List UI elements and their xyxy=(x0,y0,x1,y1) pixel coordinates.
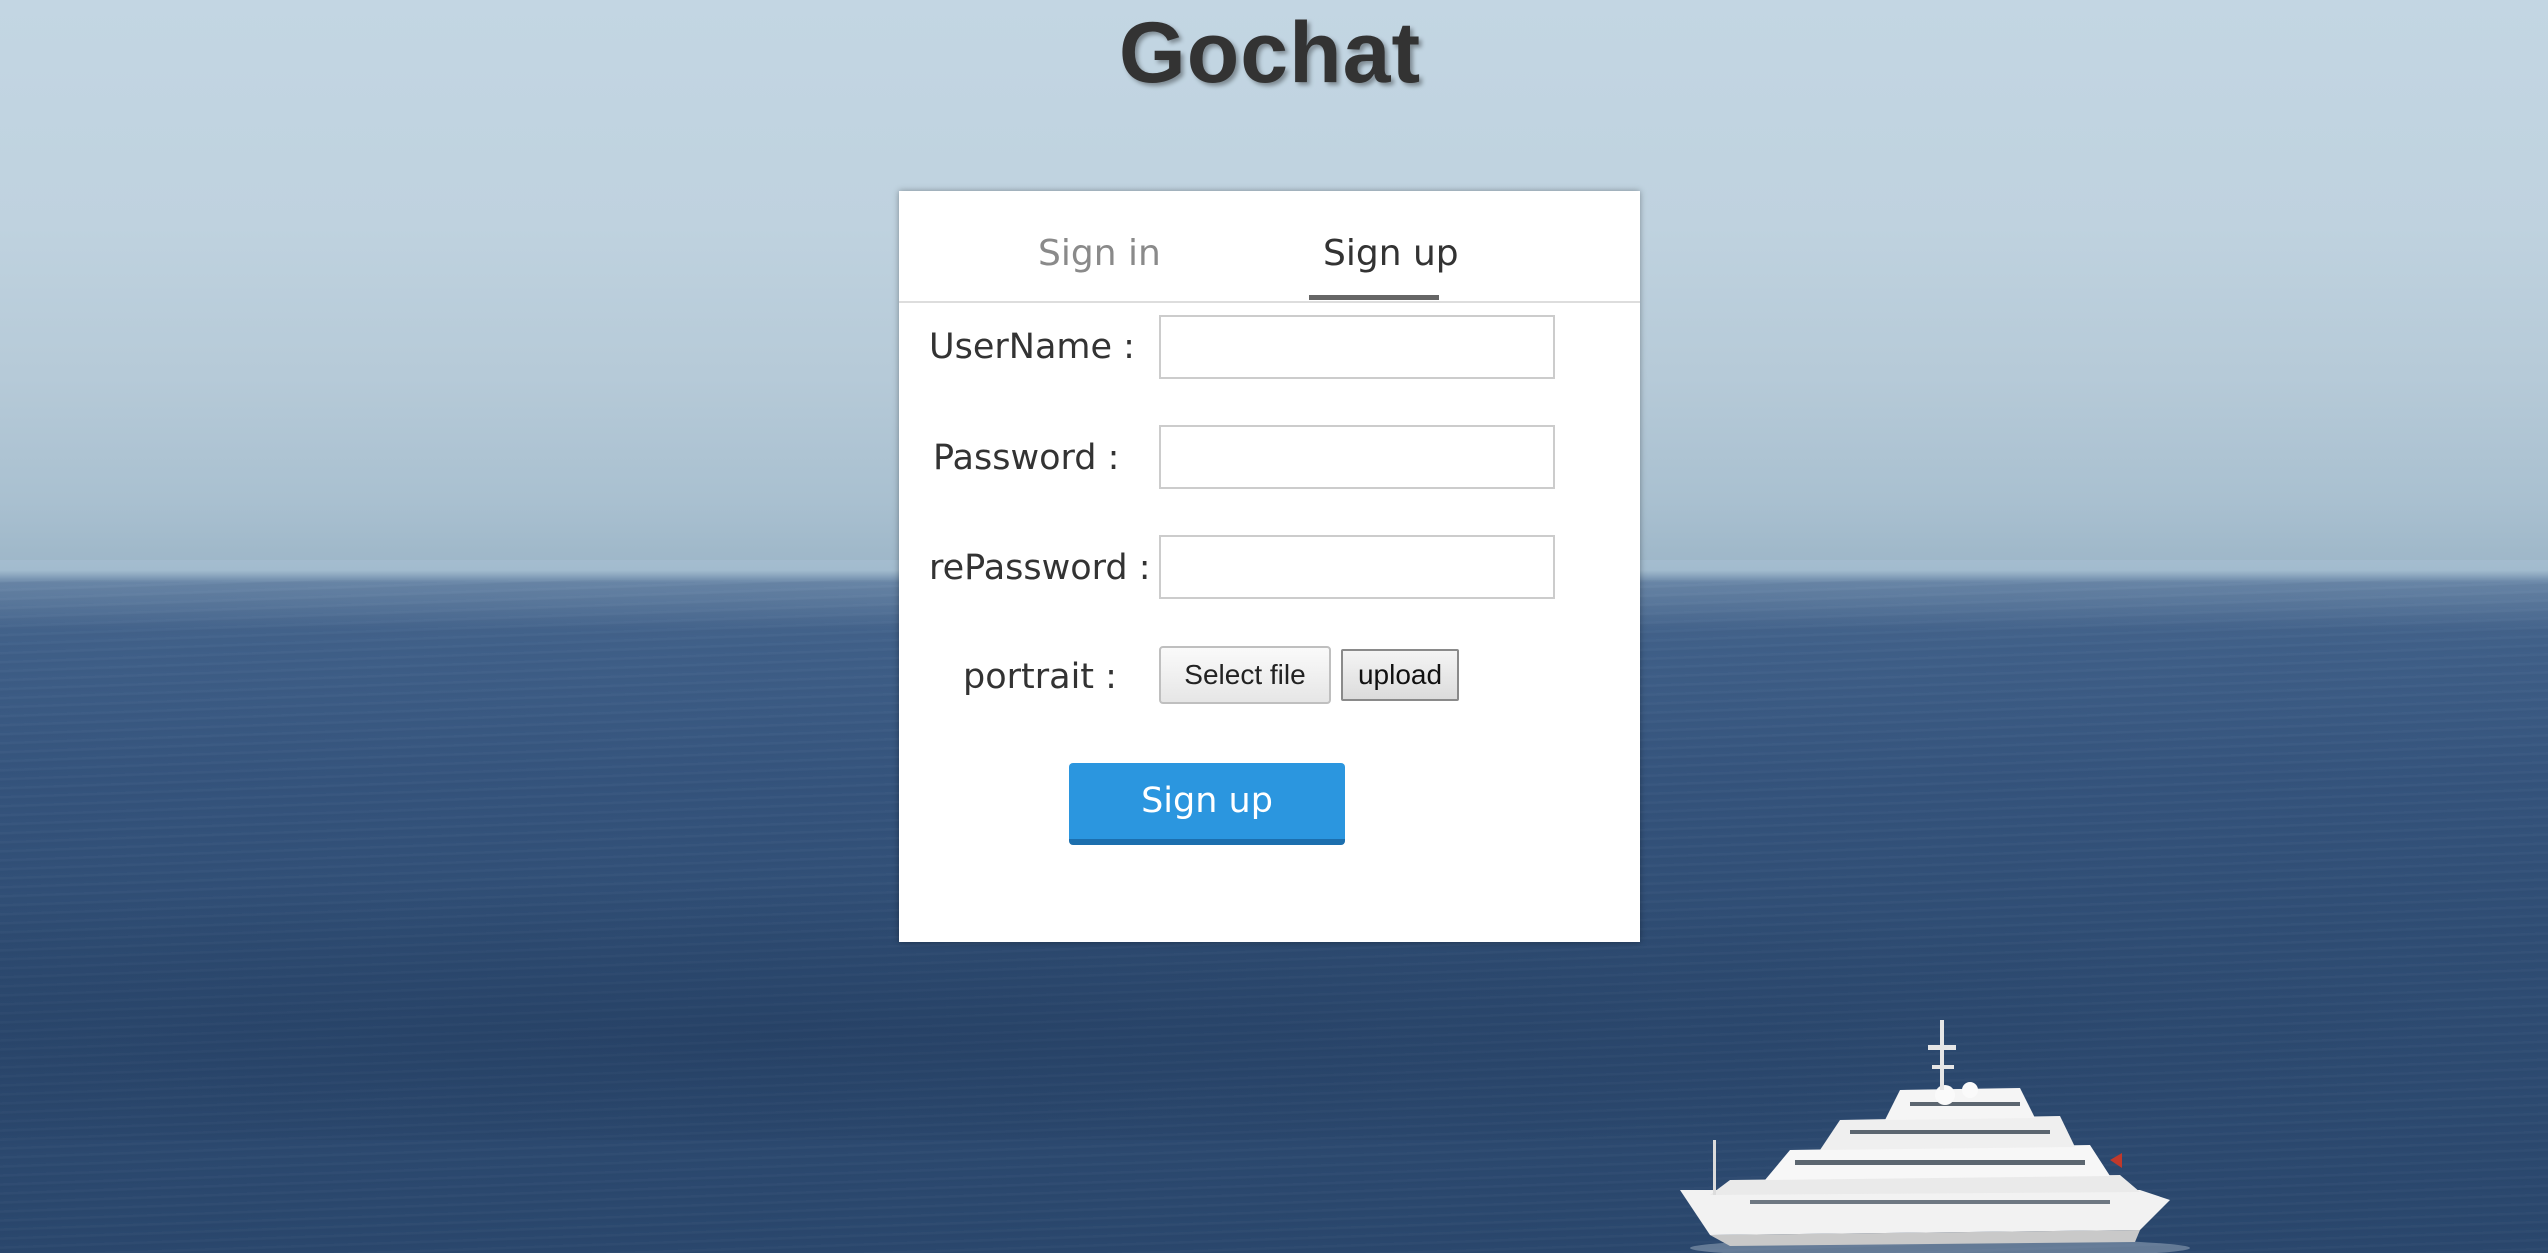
auth-tabs: Sign in Sign up xyxy=(899,191,1640,303)
password-field[interactable] xyxy=(1159,425,1555,489)
tab-sign-in[interactable]: Sign in xyxy=(1038,233,1161,274)
username-label: UserName : xyxy=(929,327,1135,367)
password-label: Password : xyxy=(933,438,1120,478)
upload-button[interactable]: upload xyxy=(1341,649,1459,701)
tab-sign-up[interactable]: Sign up xyxy=(1323,233,1459,274)
repassword-field[interactable] xyxy=(1159,535,1555,599)
auth-panel: Sign in Sign up UserName : Password : re… xyxy=(899,191,1640,942)
username-field[interactable] xyxy=(1159,315,1555,379)
yacht-image xyxy=(1680,1020,2190,1253)
portrait-label: portrait : xyxy=(963,657,1117,697)
active-tab-indicator xyxy=(1309,295,1439,300)
app-title: Gochat xyxy=(1118,5,1422,101)
repassword-label: rePassword : xyxy=(929,548,1151,588)
select-file-button[interactable]: Select file xyxy=(1159,646,1331,704)
sign-up-button[interactable]: Sign up xyxy=(1069,763,1345,845)
